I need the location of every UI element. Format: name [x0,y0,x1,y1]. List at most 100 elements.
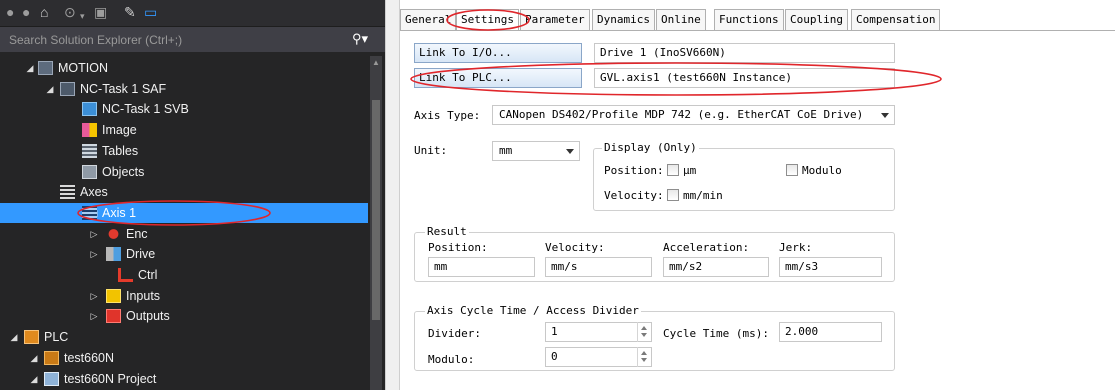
tree-item[interactable]: ◢ PLC [0,327,368,347]
axis-type-value: CANopen DS402/Profile MDP 742 (e.g. Ethe… [499,108,864,121]
cycle-time-field[interactable]: 2.000 [779,322,882,342]
link-to-io-field: Drive 1 (InoSV660N) [594,43,895,63]
result-position-field: mm [428,257,535,277]
sync-dropdown-icon[interactable]: ▾ [80,8,85,24]
result-velocity-field: mm/s [545,257,652,277]
tree-item-label: Image [102,123,137,138]
collapsed-arrow-icon[interactable]: ▷ [88,306,100,326]
tab-settings[interactable]: Settings [456,9,519,31]
tree-item[interactable]: ◢ test660N [0,348,368,368]
scrollbar-thumb[interactable] [372,100,380,320]
search-icon[interactable]: ⚲▾ [352,31,378,49]
tree-item[interactable]: Image [0,120,368,140]
display-velocity-unit: mm/min [683,189,723,202]
collapsed-arrow-icon[interactable]: ▷ [88,244,100,264]
result-group-title: Result [425,225,469,239]
link-to-plc-field: GVL.axis1 (test660N Instance) [594,68,895,88]
tree-item[interactable]: ▷ Inputs [0,286,368,306]
back-icon[interactable]: ● [6,4,14,20]
display-modulo-label: Modulo [802,164,842,177]
result-jerk-label: Jerk: [779,241,813,254]
tree-item[interactable]: ▷ Outputs [0,306,368,326]
divider-value: 1 [551,325,558,338]
unit-label: Unit: [414,144,448,157]
tree-item[interactable]: ◢ NC-Task 1 SAF [0,79,368,99]
tree-item-label: MOTION [58,61,108,75]
tree-item[interactable]: ◢Axis 1 [0,202,368,223]
tab-general[interactable]: General [400,9,457,30]
cycle-time-group-title: Axis Cycle Time / Access Divider [425,304,641,318]
divider-spin-icon[interactable] [637,322,651,342]
tree-item-label: Ctrl [138,268,158,282]
pane-splitter[interactable] [385,0,400,390]
tab-online[interactable]: Online [656,9,706,30]
expanded-arrow-icon[interactable]: ◢ [44,79,56,99]
tree-item-label: Enc [126,226,148,241]
sync-icon[interactable]: ⊙ [64,4,76,20]
tab-coupling[interactable]: Coupling [785,9,848,30]
explorer-toolbar: ● ● ⌂ ⊙ ▾ ▣ ✎ ▭ [0,0,385,26]
solution-explorer: ● ● ⌂ ⊙ ▾ ▣ ✎ ▭ Search Solution Explorer… [0,0,385,390]
pending-changes-icon[interactable]: ▣ [94,4,107,20]
scroll-up-icon[interactable]: ▲ [371,58,381,68]
tree-item-label: Axes [80,185,108,200]
collapsed-arrow-icon[interactable]: ▷ [88,224,100,244]
modulo-spin-icon[interactable] [637,347,651,367]
link-to-plc-button[interactable]: Link To PLC... [414,68,582,88]
display-velocity-checkbox[interactable] [667,189,679,201]
tree-item[interactable]: Objects [0,162,368,182]
link-to-io-button[interactable]: Link To I/O... [414,43,582,63]
tree-item[interactable]: ▷ Drive [0,244,368,264]
tree-item[interactable]: NC-Task 1 SVB [0,99,368,119]
tree-item[interactable]: ◢ test660N Project [0,369,368,389]
explorer-scrollbar[interactable]: ▲ [370,56,382,390]
plc-project-icon [44,350,59,365]
axis-type-select[interactable]: CANopen DS402/Profile MDP 742 (e.g. Ethe… [492,105,895,125]
result-velocity-label: Velocity: [545,241,605,254]
display-modulo-checkbox[interactable] [786,164,798,176]
tab-parameter[interactable]: Parameter [520,9,590,30]
modulo-value: 0 [551,350,558,363]
tree-item-label: test660N [64,350,115,365]
expanded-arrow-icon[interactable]: ◢ [28,348,40,368]
tree-item[interactable]: Tables [0,141,368,161]
controller-icon [118,268,133,282]
display-group-title: Display (Only) [602,141,699,155]
unit-select[interactable]: mm [492,141,580,161]
search-input[interactable]: Search Solution Explorer (Ctrl+;) [9,33,182,47]
unit-value: mm [499,144,513,157]
tree-item-label: Tables [102,143,139,158]
explorer-search-box[interactable]: Search Solution Explorer (Ctrl+;) ⚲▾ [0,26,385,52]
result-acceleration-field: mm/s2 [663,257,769,277]
preview-icon[interactable]: ▭ [144,4,157,20]
result-position-label: Position: [428,241,488,254]
tree-item[interactable]: Ctrl [0,265,368,285]
tree-item-label: PLC [44,330,69,345]
result-jerk-field: mm/s3 [779,257,882,277]
home-icon[interactable]: ⌂ [40,4,48,20]
tree-item[interactable]: ◢ MOTION [0,58,368,78]
tab-compensation[interactable]: Compensation [851,9,941,30]
forward-icon[interactable]: ● [22,4,30,20]
tab-functions[interactable]: Functions [714,9,784,30]
drive-icon [106,247,121,262]
display-position-checkbox[interactable] [667,164,679,176]
expanded-arrow-icon[interactable]: ◢ [28,369,40,389]
motion-icon [38,61,53,75]
chevron-down-icon [881,113,889,118]
expanded-arrow-icon[interactable]: ◢ [24,58,36,78]
tree-item[interactable]: ◢Axes [0,182,368,202]
properties-icon[interactable]: ✎ [124,4,136,20]
nc-task-icon [60,81,75,96]
tree-item-label: Drive [126,247,156,262]
expanded-arrow-icon[interactable]: ◢ [8,327,20,347]
display-position-label: Position: [604,164,664,177]
collapsed-arrow-icon[interactable]: ▷ [88,286,100,306]
tree-item-label: NC-Task 1 SVB [102,102,189,117]
encoder-icon [106,226,121,241]
objects-icon [82,164,97,179]
tree-item[interactable]: ▷ Enc [0,224,368,244]
modulo-stepper[interactable]: 0 [545,347,652,367]
tab-dynamics[interactable]: Dynamics [592,9,655,30]
divider-stepper[interactable]: 1 [545,322,652,342]
